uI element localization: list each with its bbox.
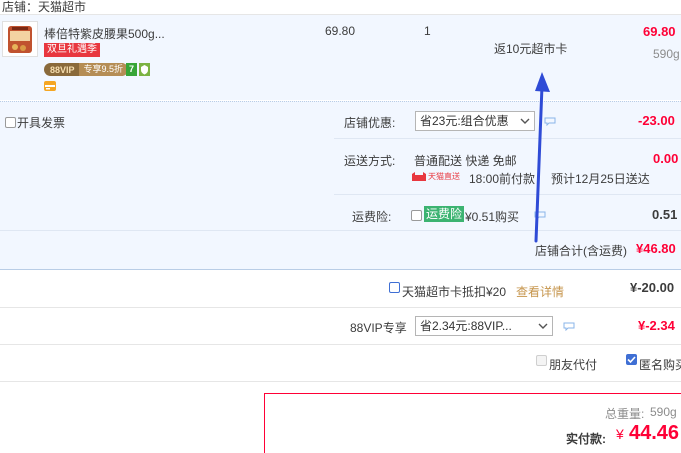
supermarket-card-label: 天猫超市卡抵扣¥20: [402, 285, 507, 299]
divider: [0, 381, 681, 382]
guarantee-icon: [139, 63, 150, 76]
shop-discount-select[interactable]: 省23元:组合优惠: [415, 111, 535, 131]
store-label: 店铺：天猫超市: [2, 0, 87, 14]
shipping-label: 运送方式:: [344, 154, 396, 168]
vip88-select[interactable]: 省2.34元:88VIP...: [415, 316, 553, 336]
item-weight: 590g: [653, 47, 680, 61]
pay-label: 实付款:: [566, 432, 606, 446]
anonymous-label: 匿名购买: [639, 358, 681, 372]
seven-day-return-badge: 7: [126, 63, 137, 76]
divider: [0, 307, 681, 308]
shipping-eta: 预计12月25日送达: [551, 172, 650, 186]
insurance-badge: 运费险: [424, 206, 465, 222]
vip-badge-label: 88VIP: [50, 64, 75, 75]
payment-summary-box: [264, 393, 681, 453]
anonymous-checkbox[interactable]: [626, 354, 637, 365]
insurance-price: ¥0.51购买: [465, 210, 520, 224]
divider: [334, 138, 681, 139]
check-icon: [627, 356, 636, 364]
chat-bubble-icon[interactable]: [563, 322, 575, 331]
total-weight-label: 总重量:: [605, 407, 645, 421]
item-subtotal: 69.80: [643, 24, 676, 39]
total-weight-value: 590g: [650, 405, 677, 419]
friend-pay-label: 朋友代付: [549, 358, 598, 372]
vip88-selected: 省2.34元:88VIP...: [420, 319, 512, 333]
vip88-amount: ¥-2.34: [638, 318, 675, 333]
quantity[interactable]: 1: [424, 24, 431, 38]
shop-discount-label: 店铺优惠:: [344, 116, 396, 130]
chevron-down-icon: [538, 323, 548, 329]
supermarket-card-checkbox[interactable]: [389, 282, 400, 293]
tmall-direct-text: 天猫直送: [428, 172, 460, 181]
supermarket-card-amount: ¥-20.00: [630, 280, 675, 295]
shop-total-amount: ¥46.80: [636, 241, 676, 256]
unit-price: 69.80: [325, 24, 356, 38]
supermarket-card-details-link[interactable]: 查看详情: [516, 283, 564, 300]
rebate-text: 返10元超市卡: [494, 42, 568, 56]
insurance-label: 运费险:: [352, 210, 392, 224]
vip-discount-label: 专享9.5折: [78, 63, 129, 76]
promo-badge: 双旦礼遇季: [44, 43, 100, 57]
friend-pay-checkbox[interactable]: [536, 355, 547, 366]
divider: [0, 344, 681, 345]
insurance-amount: 0.51: [652, 207, 678, 222]
insurance-checkbox[interactable]: [411, 210, 422, 221]
invoice-label: 开具发票: [17, 116, 66, 130]
product-name[interactable]: 棒倍特紫皮腰果500g...: [44, 25, 165, 42]
vip88-label: 88VIP专享: [350, 321, 407, 335]
tmall-direct-logo: 天猫直送: [412, 171, 460, 182]
annotation-arrow: [534, 72, 550, 243]
shipping-method: 普通配送 快递 免邮: [414, 154, 517, 168]
divider: [334, 194, 681, 195]
card-payment-icon: [44, 81, 56, 91]
product-thumbnail[interactable]: [2, 21, 38, 57]
product-image: [8, 26, 32, 53]
vip-badge: 88VIP 专享9.5折: [44, 63, 129, 76]
shipping-amount: 0.00: [653, 151, 679, 166]
pay-amount: 44.46: [629, 422, 680, 444]
pay-currency: ¥: [616, 426, 624, 442]
divider: [0, 230, 681, 231]
tmall-cat-icon: [412, 172, 426, 181]
shop-discount-amount: -23.00: [638, 113, 675, 128]
invoice-checkbox[interactable]: [5, 117, 16, 128]
shop-discount-selected: 省23元:组合优惠: [420, 114, 509, 128]
